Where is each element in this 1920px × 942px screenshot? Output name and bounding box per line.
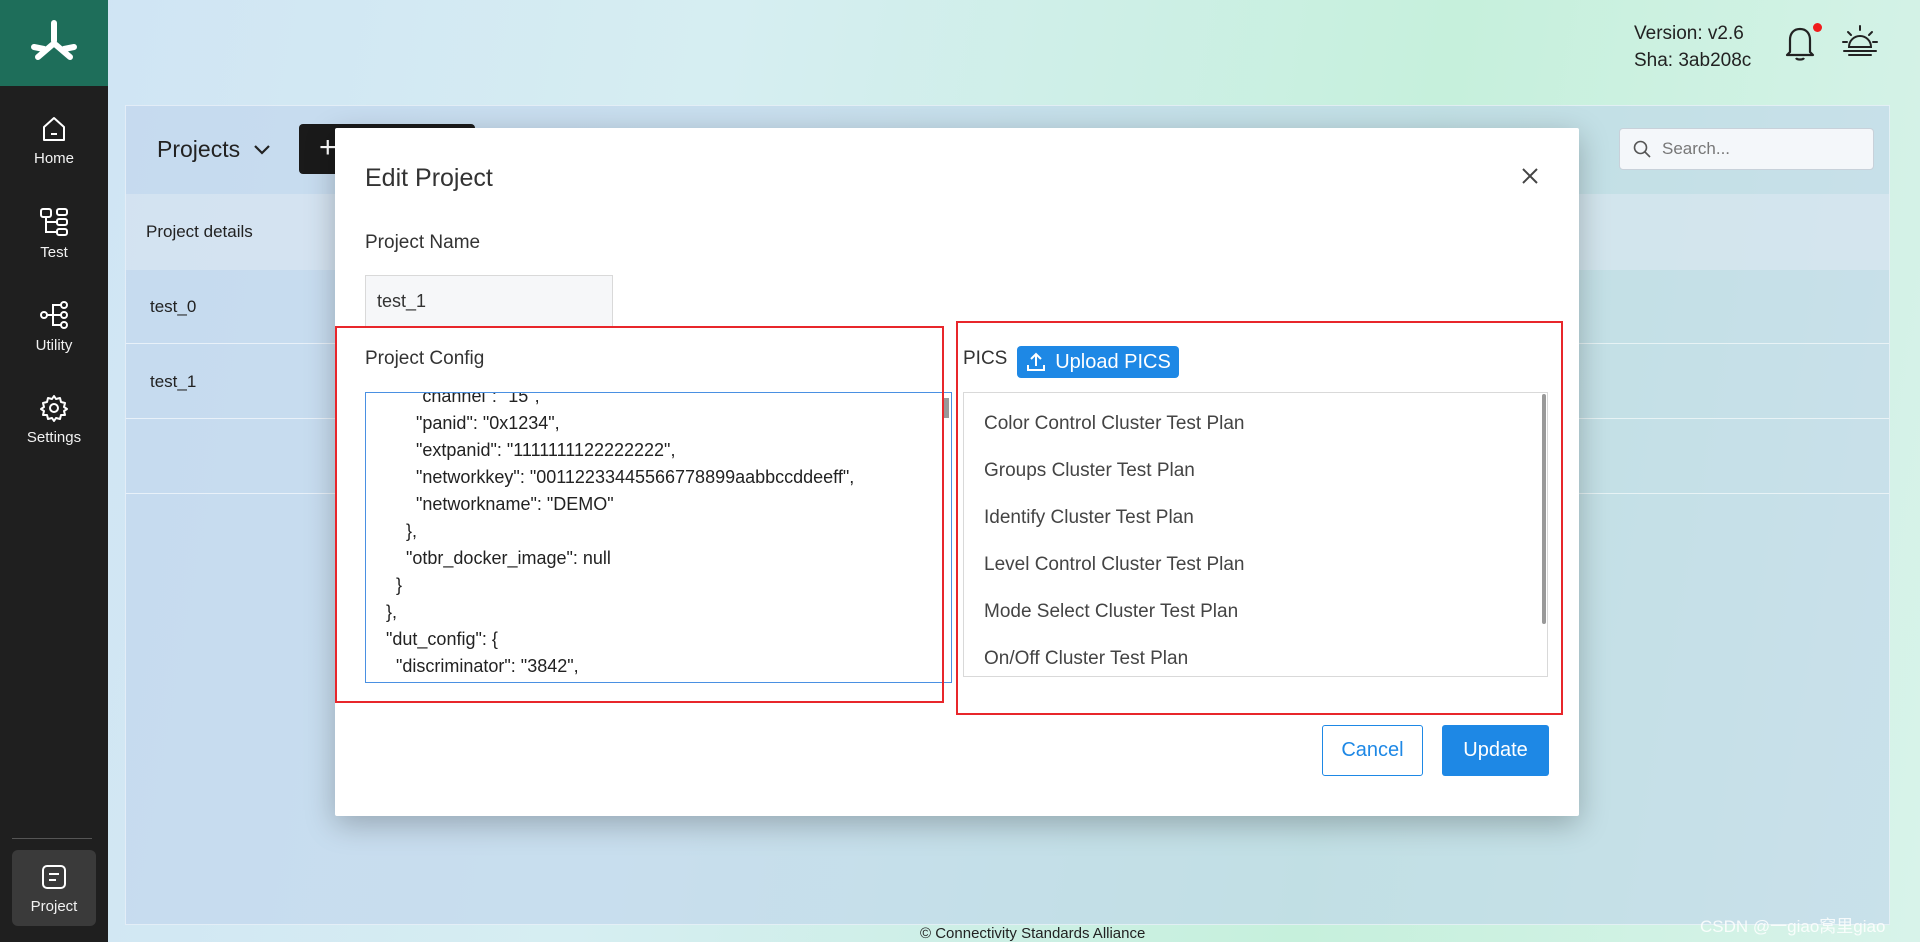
search-input[interactable] [1662,139,1862,159]
annotation-box-pics [956,321,1563,715]
footer-copyright: © Connectivity Standards Alliance [920,925,1146,942]
chevron-down-icon [254,144,270,155]
sidebar-item-label: Project [30,897,78,915]
sun-icon [1842,25,1878,56]
cancel-button[interactable]: Cancel [1322,725,1423,776]
search-icon [1633,140,1651,158]
sidebar-item-test[interactable]: Test [0,193,108,273]
sidebar-item-label: Utility [35,336,73,354]
close-icon [1522,168,1538,184]
project-name-label: Project Name [365,232,481,253]
test-icon [40,207,68,236]
logo-icon [31,20,77,60]
gear-icon [40,394,68,422]
sidebar-divider [12,838,92,839]
sidebar-item-label: Settings [26,428,82,446]
page-title: Projects [157,136,241,162]
version-info: Version: v2.6 Sha: 3ab208c [1634,20,1751,74]
sidebar-item-settings[interactable]: Settings [0,379,108,459]
search-box[interactable] [1619,128,1874,170]
plus-icon: + [319,131,337,164]
sidebar-item-home[interactable]: Home [0,100,108,180]
config-scrollbar[interactable] [944,398,949,418]
sidebar-item-label: Test [40,243,68,261]
theme-toggle-button[interactable] [1840,22,1880,67]
projects-dropdown[interactable]: Projects [157,136,272,163]
notification-dot [1813,23,1822,32]
project-name-input[interactable] [365,275,613,327]
home-icon [43,116,65,141]
sidebar-item-label: Home [33,149,74,167]
dialog-title: Edit Project [365,164,493,192]
sidebar-item-project[interactable]: Project [12,850,96,926]
app-logo[interactable] [0,0,108,86]
close-button[interactable] [1518,164,1542,188]
annotation-box-config [335,326,944,703]
notification-button[interactable] [1782,24,1818,67]
watermark: CSDN @一giao窝里giao [1700,917,1886,936]
project-icon [42,864,66,889]
sidebar-item-utility[interactable]: Utility [0,286,108,366]
version-text: Version: v2.6 [1634,23,1744,44]
update-button[interactable]: Update [1442,725,1549,776]
utility-icon [40,300,68,329]
sha-text: Sha: 3ab208c [1634,50,1752,71]
sidebar: Home Test Utility Settings Project [0,0,108,942]
